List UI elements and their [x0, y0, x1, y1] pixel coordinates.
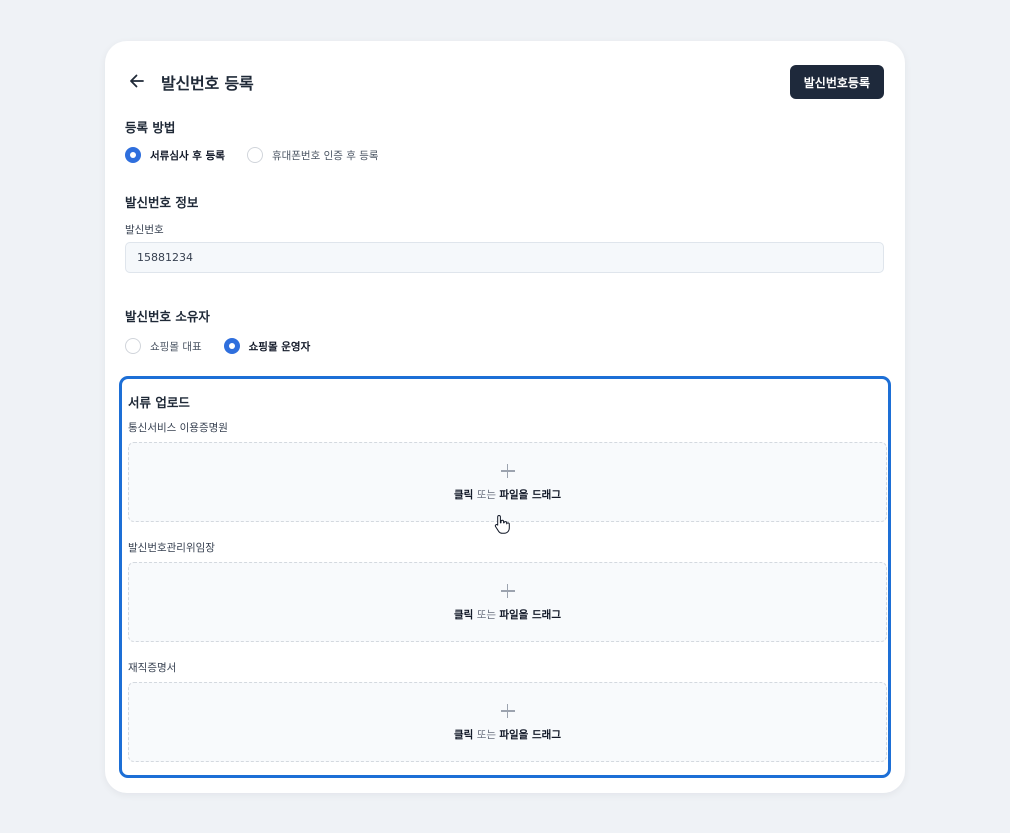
document-label-delegation-letter: 발신번호관리위임장: [128, 542, 215, 554]
radio-checked-indicator: [125, 147, 141, 163]
plus-icon: [500, 584, 515, 598]
plus-icon: [500, 464, 515, 478]
page-header: 발신번호 등록 발신번호등록: [105, 41, 905, 123]
sender-number-label: 발신번호: [125, 224, 164, 236]
owner-title: 발신번호 소유자: [125, 309, 210, 324]
radio-shop-operator[interactable]: 쇼핑몰 운영자: [223, 338, 311, 354]
registration-method-title: 등록 방법: [125, 120, 176, 135]
sender-number-card: 발신번호 등록 발신번호등록 등록 방법 서류심사 후 등록 휴대폰번호 인증 …: [105, 41, 905, 793]
radio-label: 쇼핑몰 운영자: [248, 340, 311, 353]
owner-radio-group: 쇼핑몰 대표 쇼핑몰 운영자: [125, 338, 332, 354]
radio-unchecked-indicator: [246, 147, 263, 163]
page-title: 발신번호 등록: [161, 74, 254, 93]
document-upload-section: 서류 업로드 통신서비스 이용증명원 클릭 또는 파일을 드래그 발신번호관리위…: [119, 376, 891, 778]
plus-icon: [500, 704, 515, 718]
dropzone-text: 클릭 또는 파일을 드래그: [454, 729, 561, 741]
dropzone-telecom-certificate[interactable]: 클릭 또는 파일을 드래그: [128, 442, 887, 522]
sender-number-input[interactable]: [125, 242, 884, 273]
radio-phone-verification[interactable]: 휴대폰번호 인증 후 등록: [246, 147, 379, 163]
registration-method-radio-group: 서류심사 후 등록 휴대폰번호 인증 후 등록: [125, 147, 401, 163]
document-label-employment-certificate: 재직증명서: [128, 662, 177, 674]
radio-label: 쇼핑몰 대표: [150, 340, 202, 353]
radio-label: 서류심사 후 등록: [150, 149, 225, 162]
sender-info-title: 발신번호 정보: [125, 195, 199, 210]
radio-unchecked-indicator: [125, 338, 141, 354]
document-label-telecom-certificate: 통신서비스 이용증명원: [128, 422, 228, 434]
document-upload-title: 서류 업로드: [128, 395, 190, 410]
dropzone-text: 클릭 또는 파일을 드래그: [454, 609, 561, 621]
radio-document-review[interactable]: 서류심사 후 등록: [125, 147, 225, 163]
radio-label: 휴대폰번호 인증 후 등록: [271, 149, 379, 162]
register-sender-number-button[interactable]: 발신번호등록: [789, 65, 884, 99]
dropzone-delegation-letter[interactable]: 클릭 또는 파일을 드래그: [128, 562, 887, 642]
radio-shop-representative[interactable]: 쇼핑몰 대표: [125, 338, 202, 354]
radio-checked-indicator: [223, 338, 240, 354]
back-arrow-icon[interactable]: [127, 71, 147, 91]
dropzone-text: 클릭 또는 파일을 드래그: [454, 489, 561, 501]
dropzone-employment-certificate[interactable]: 클릭 또는 파일을 드래그: [128, 682, 887, 762]
